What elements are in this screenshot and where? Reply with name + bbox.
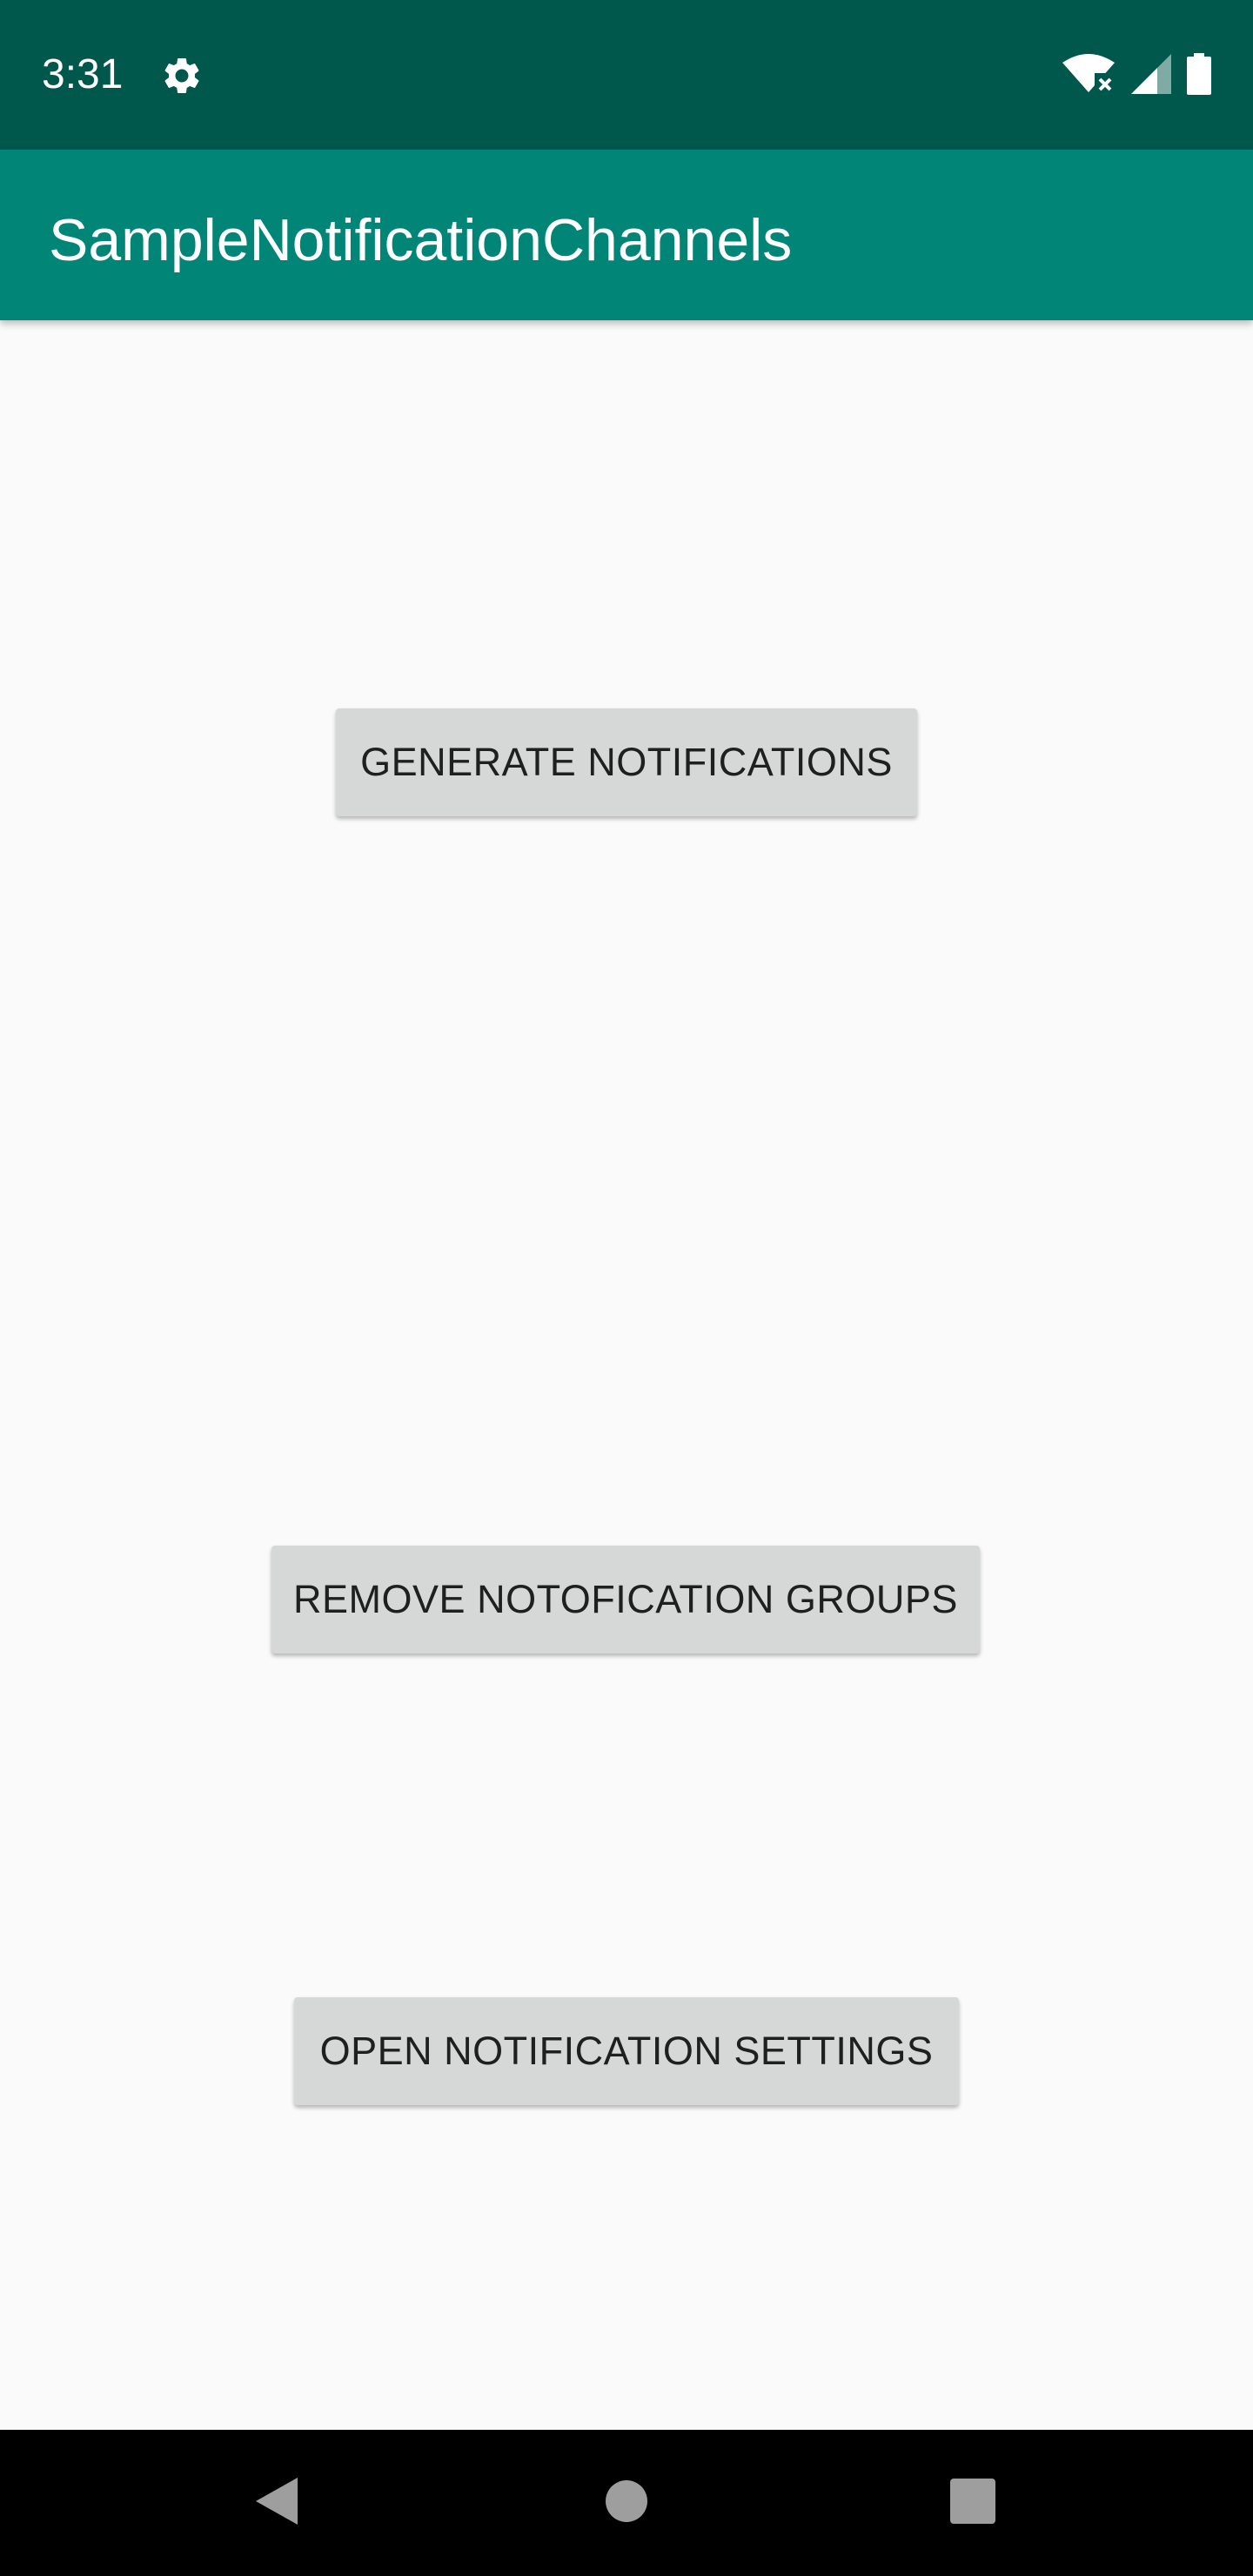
- generate-notifications-button[interactable]: GENERATE NOTIFICATIONS: [336, 708, 917, 816]
- app-title: SampleNotificationChannels: [49, 207, 793, 273]
- status-time: 3:31: [42, 51, 124, 97]
- back-icon: [254, 2476, 299, 2531]
- gear-icon: [160, 54, 204, 97]
- recents-button[interactable]: [900, 2430, 1046, 2576]
- signal-icon: [1131, 53, 1171, 98]
- wifi-icon: [1062, 53, 1116, 98]
- navigation-bar: [0, 2430, 1253, 2576]
- back-button[interactable]: [204, 2430, 350, 2576]
- recents-icon: [949, 2478, 996, 2529]
- battery-icon: [1187, 52, 1211, 99]
- status-icons: [1062, 52, 1211, 99]
- home-button[interactable]: [553, 2430, 700, 2576]
- app-bar: SampleNotificationChannels: [0, 150, 1253, 320]
- status-bar: 3:31: [0, 0, 1253, 150]
- open-notification-settings-button[interactable]: OPEN NOTIFICATION SETTINGS: [294, 1997, 959, 2105]
- main-content: GENERATE NOTIFICATIONS REMOVE NOTOFICATI…: [0, 320, 1253, 2430]
- home-icon: [604, 2479, 649, 2528]
- remove-notification-groups-button[interactable]: REMOVE NOTOFICATION GROUPS: [271, 1546, 980, 1654]
